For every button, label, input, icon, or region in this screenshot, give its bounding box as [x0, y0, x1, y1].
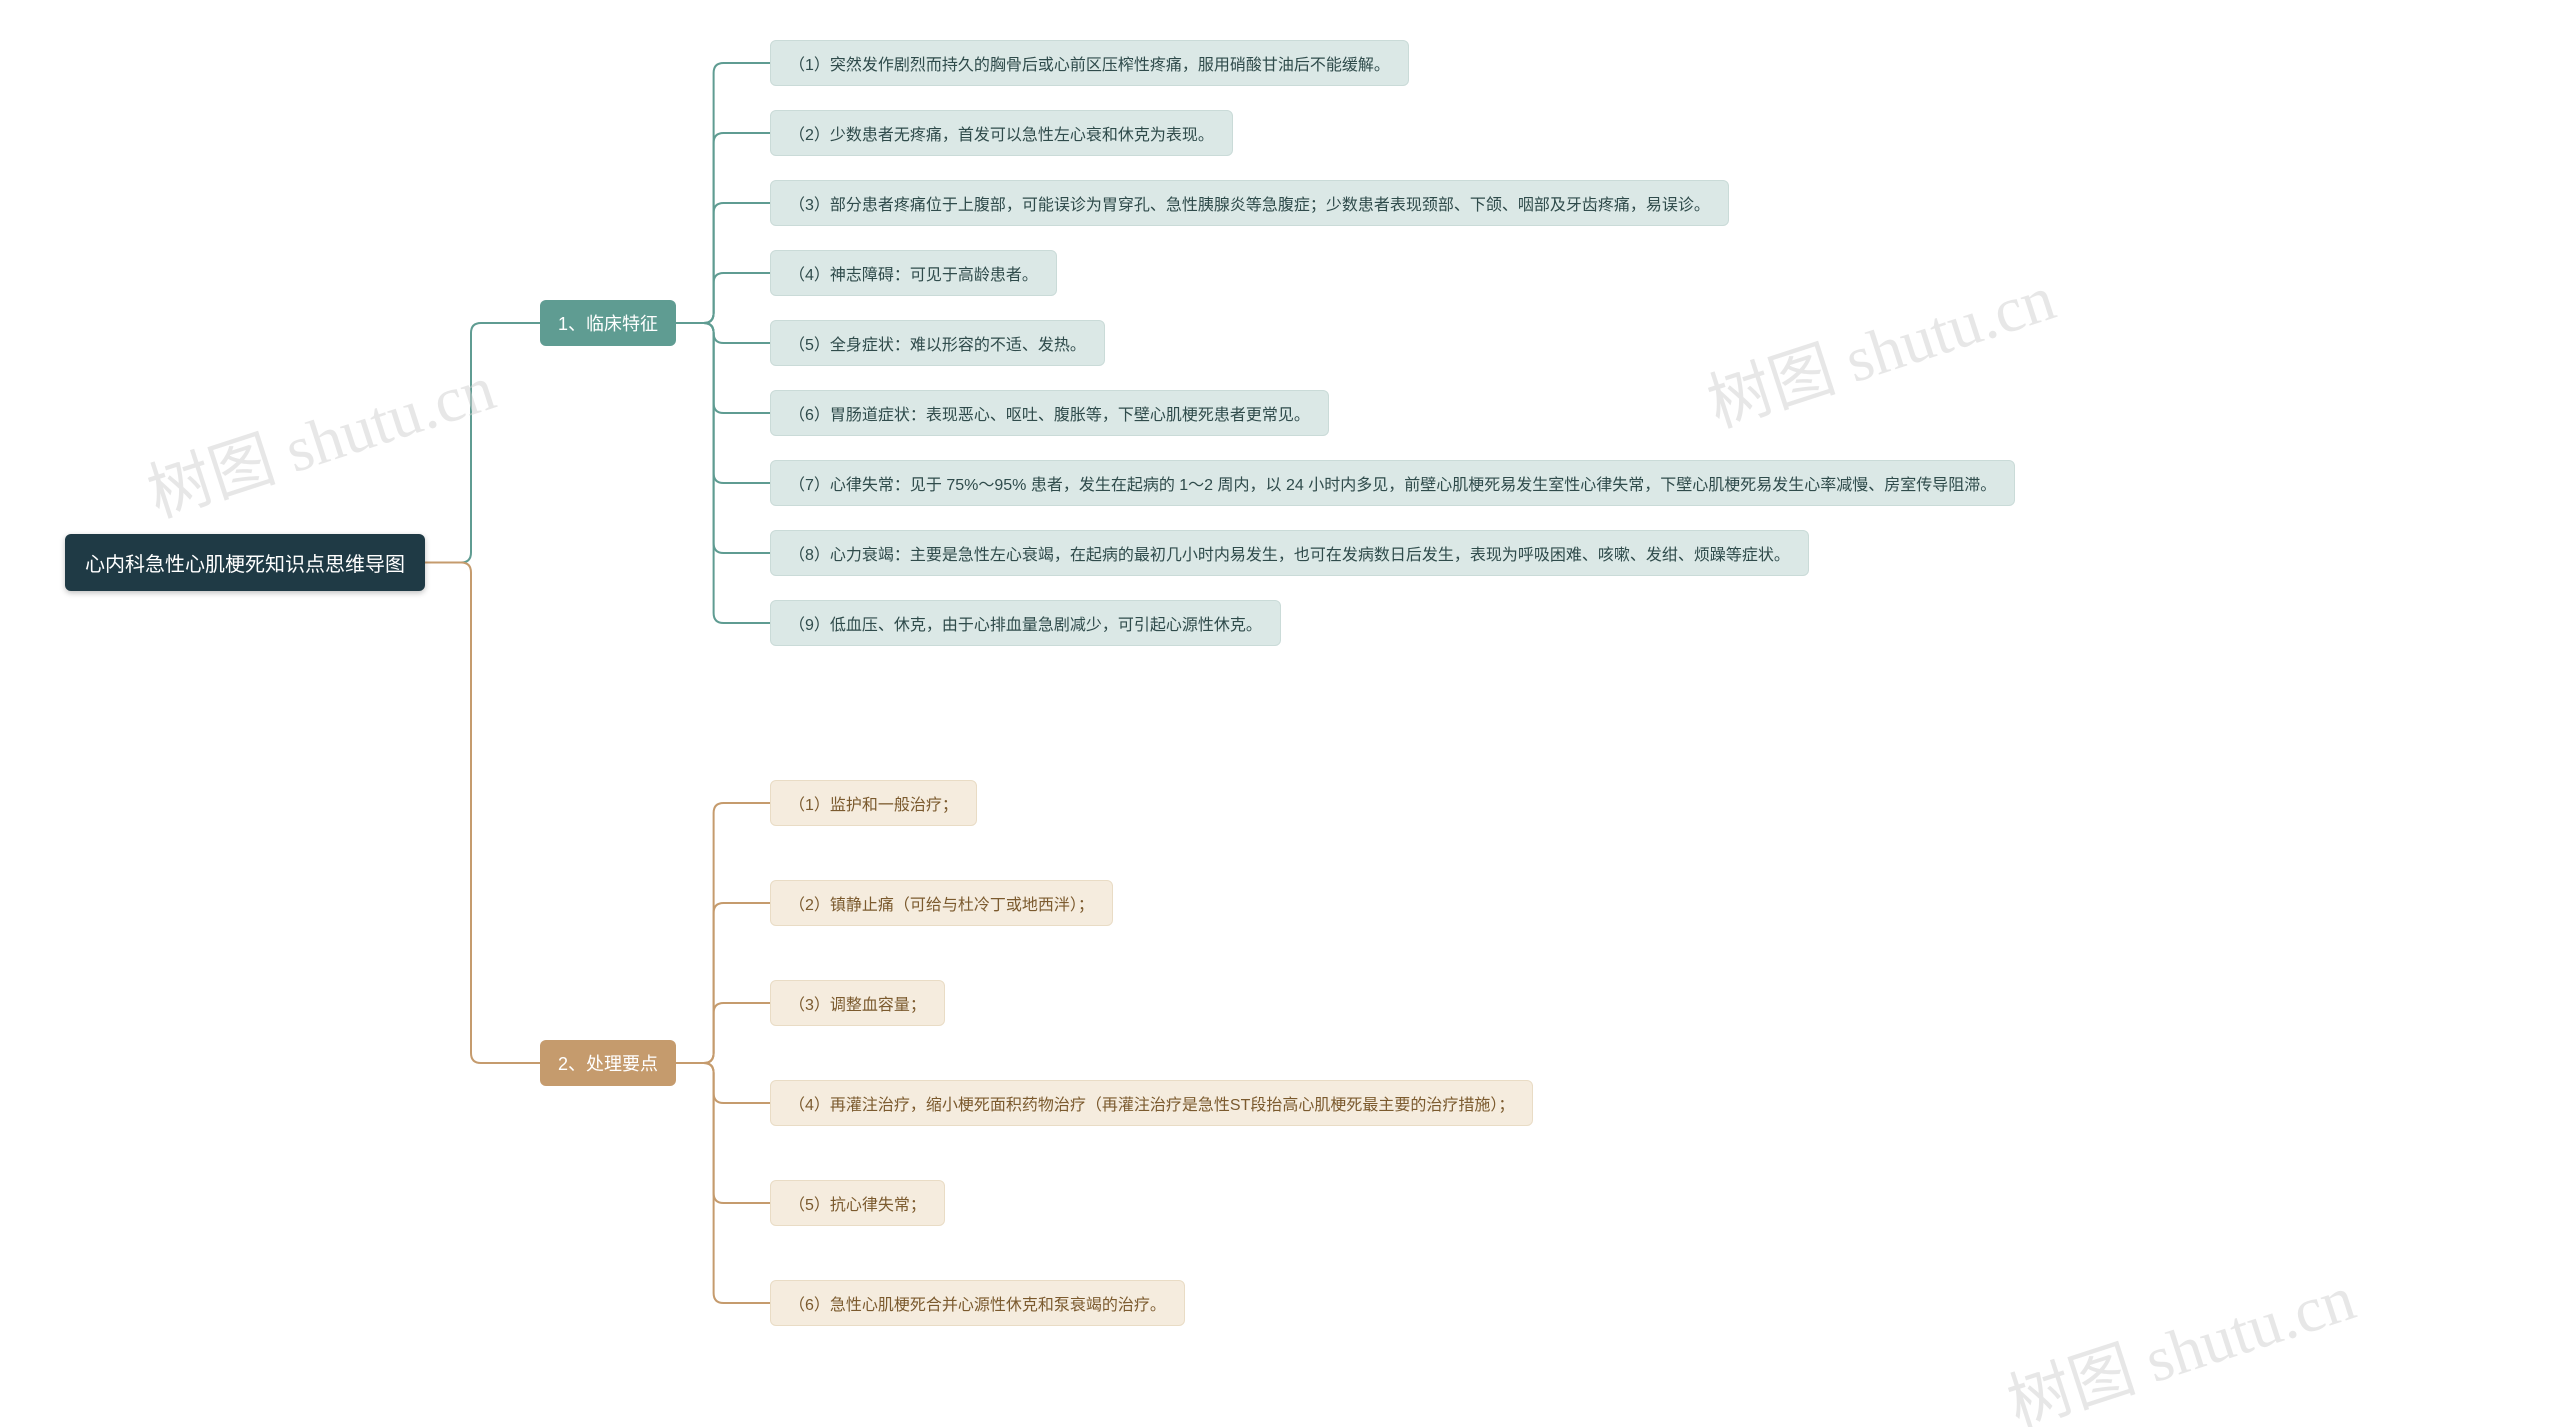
branch-label: 2、处理要点 — [558, 1050, 658, 1076]
branch-treatment-points[interactable]: 2、处理要点 — [540, 1040, 676, 1086]
leaf-text: （3）调整血容量； — [789, 991, 926, 1015]
leaf-node[interactable]: （3）调整血容量； — [770, 980, 945, 1026]
leaf-text: （8）心力衰竭：主要是急性左心衰竭，在起病的最初几小时内易发生，也可在发病数日后… — [789, 541, 1790, 565]
leaf-node[interactable]: （4）神志障碍：可见于高龄患者。 — [770, 250, 1057, 296]
leaf-text: （5）抗心律失常； — [789, 1191, 926, 1215]
leaf-node[interactable]: （2）镇静止痛（可给与杜冷丁或地西泮）； — [770, 880, 1113, 926]
leaf-node[interactable]: （9）低血压、休克，由于心排血量急剧减少，可引起心源性休克。 — [770, 600, 1281, 646]
leaf-node[interactable]: （7）心律失常：见于 75%～95% 患者，发生在起病的 1～2 周内，以 24… — [770, 460, 2015, 506]
leaf-node[interactable]: （6）胃肠道症状：表现恶心、呕吐、腹胀等，下壁心肌梗死患者更常见。 — [770, 390, 1329, 436]
leaf-node[interactable]: （6）急性心肌梗死合并心源性休克和泵衰竭的治疗。 — [770, 1280, 1185, 1326]
watermark: 树图 shutu.cn — [135, 337, 505, 535]
leaf-text: （4）再灌注治疗，缩小梗死面积药物治疗（再灌注治疗是急性ST段抬高心肌梗死最主要… — [789, 1091, 1514, 1115]
leaf-text: （1）监护和一般治疗； — [789, 791, 958, 815]
leaf-node[interactable]: （1）突然发作剧烈而持久的胸骨后或心前区压榨性疼痛，服用硝酸甘油后不能缓解。 — [770, 40, 1409, 86]
leaf-text: （7）心律失常：见于 75%～95% 患者，发生在起病的 1～2 周内，以 24… — [789, 471, 1996, 495]
watermark: 树图 shutu.cn — [1695, 247, 2065, 445]
root-node[interactable]: 心内科急性心肌梗死知识点思维导图 — [65, 534, 425, 591]
mindmap-canvas: 树图 shutu.cn 树图 shutu.cn 树图 shutu.cn 心内科急… — [0, 0, 2560, 1427]
leaf-text: （2）镇静止痛（可给与杜冷丁或地西泮）； — [789, 891, 1094, 915]
leaf-node[interactable]: （2）少数患者无疼痛，首发可以急性左心衰和休克为表现。 — [770, 110, 1233, 156]
leaf-text: （1）突然发作剧烈而持久的胸骨后或心前区压榨性疼痛，服用硝酸甘油后不能缓解。 — [789, 51, 1390, 75]
leaf-text: （3）部分患者疼痛位于上腹部，可能误诊为胃穿孔、急性胰腺炎等急腹症；少数患者表现… — [789, 191, 1710, 215]
leaf-text: （5）全身症状：难以形容的不适、发热。 — [789, 331, 1086, 355]
leaf-node[interactable]: （5）抗心律失常； — [770, 1180, 945, 1226]
watermark: 树图 shutu.cn — [1995, 1247, 2365, 1427]
leaf-node[interactable]: （4）再灌注治疗，缩小梗死面积药物治疗（再灌注治疗是急性ST段抬高心肌梗死最主要… — [770, 1080, 1533, 1126]
leaf-node[interactable]: （5）全身症状：难以形容的不适、发热。 — [770, 320, 1105, 366]
root-label: 心内科急性心肌梗死知识点思维导图 — [85, 548, 405, 577]
leaf-text: （6）急性心肌梗死合并心源性休克和泵衰竭的治疗。 — [789, 1291, 1166, 1315]
leaf-node[interactable]: （8）心力衰竭：主要是急性左心衰竭，在起病的最初几小时内易发生，也可在发病数日后… — [770, 530, 1809, 576]
leaf-text: （4）神志障碍：可见于高龄患者。 — [789, 261, 1038, 285]
leaf-node[interactable]: （3）部分患者疼痛位于上腹部，可能误诊为胃穿孔、急性胰腺炎等急腹症；少数患者表现… — [770, 180, 1729, 226]
leaf-text: （6）胃肠道症状：表现恶心、呕吐、腹胀等，下壁心肌梗死患者更常见。 — [789, 401, 1310, 425]
branch-label: 1、临床特征 — [558, 310, 658, 336]
branch-clinical-features[interactable]: 1、临床特征 — [540, 300, 676, 346]
leaf-text: （2）少数患者无疼痛，首发可以急性左心衰和休克为表现。 — [789, 121, 1214, 145]
leaf-text: （9）低血压、休克，由于心排血量急剧减少，可引起心源性休克。 — [789, 611, 1262, 635]
leaf-node[interactable]: （1）监护和一般治疗； — [770, 780, 977, 826]
